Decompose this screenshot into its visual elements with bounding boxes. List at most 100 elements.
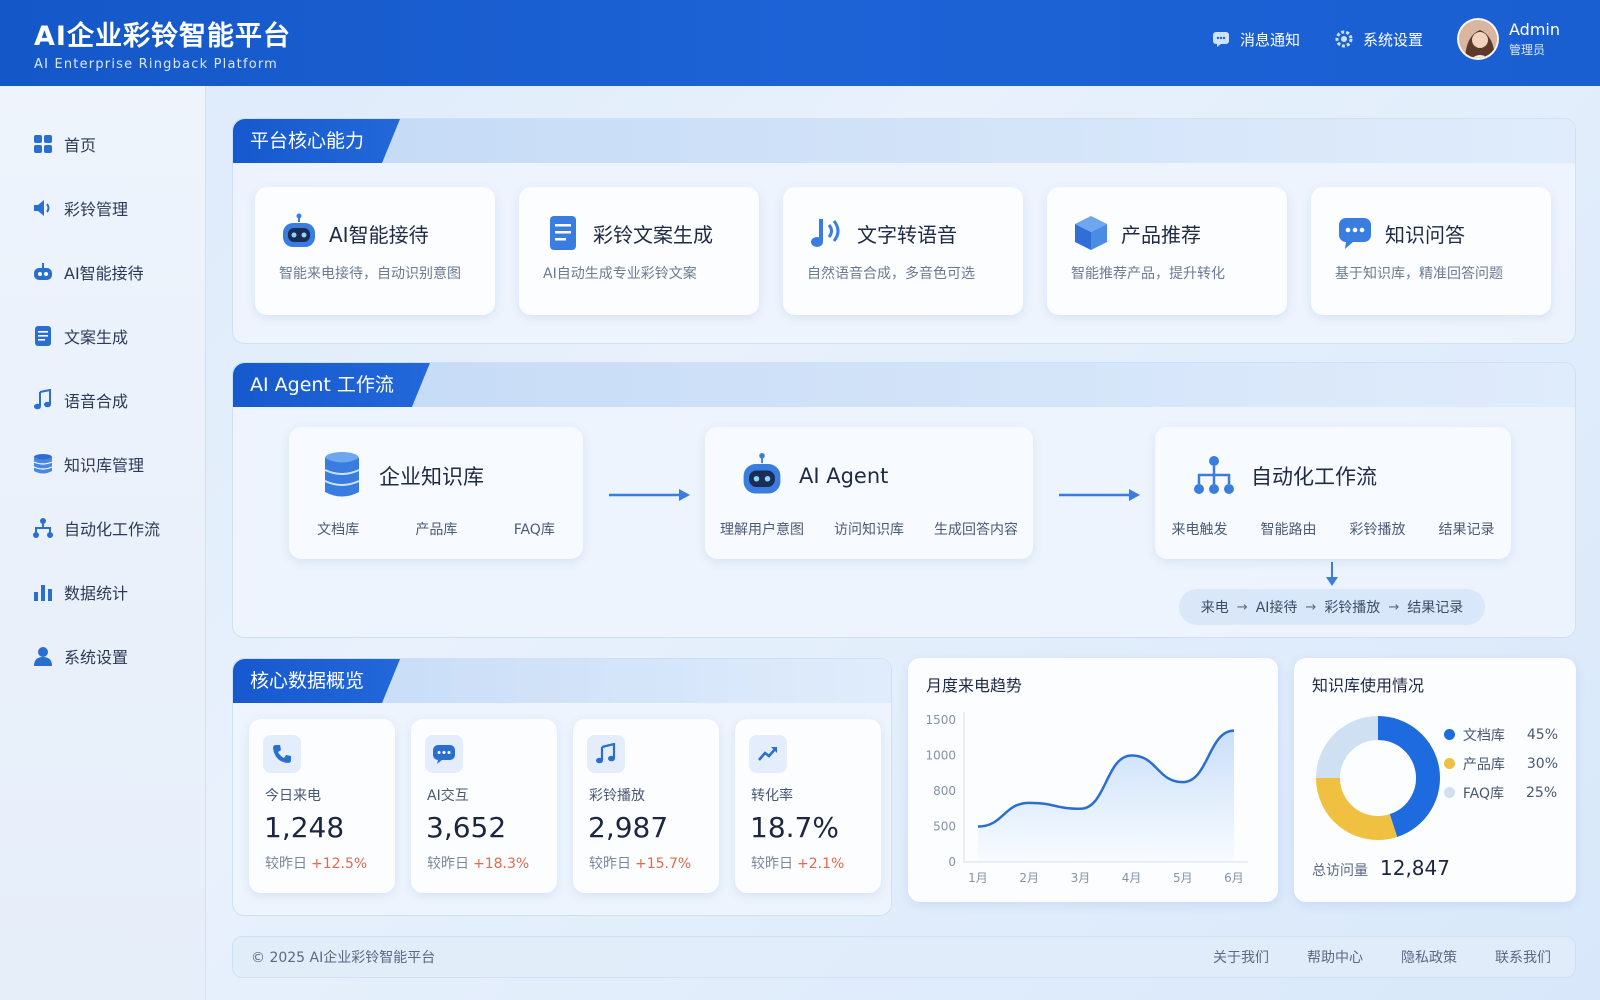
sidebar-item-label: 知识库管理: [64, 456, 145, 475]
workflow-node-tags: 文档库 产品库 FAQ库: [289, 519, 583, 539]
arrow-right-icon: →: [1388, 599, 1400, 615]
sidebar-item-tts[interactable]: 语音合成: [0, 368, 205, 432]
phone-icon: [263, 735, 301, 773]
x-tick-label: 4月: [1122, 871, 1142, 885]
line-area-fill: [978, 730, 1234, 862]
donut-slice: [1316, 716, 1379, 779]
user-menu[interactable]: Admin 管理员: [1457, 18, 1560, 60]
robot-icon: [739, 451, 785, 501]
workflow-tag: 生成回答内容: [934, 522, 1018, 538]
settings-button[interactable]: 系统设置: [1334, 29, 1423, 50]
robot-icon: [279, 213, 319, 253]
workflow-tag: 智能路由: [1260, 522, 1317, 538]
capability-title: 文字转语音: [857, 222, 957, 247]
bar-chart-icon: [32, 581, 54, 603]
flow-step: 彩铃播放: [1324, 600, 1381, 616]
workflow-icon: [32, 517, 54, 539]
section-title: 平台核心能力: [233, 119, 400, 163]
arrow-right-icon: →: [1236, 599, 1248, 615]
x-tick-label: 2月: [1019, 871, 1039, 885]
donut-slice: [1316, 777, 1398, 840]
chat-bubble-icon: [425, 735, 463, 773]
sidebar-item-label: 系统设置: [64, 648, 129, 667]
stat-card-calls[interactable]: 今日来电 1,248 较昨日 +12.5%: [249, 719, 395, 893]
sidebar-item-home[interactable]: 首页: [0, 112, 205, 176]
workflow-tag: 来电触发: [1171, 522, 1228, 538]
sidebar-item-label: 自动化工作流: [64, 520, 161, 539]
workflow-tag: 产品库: [415, 522, 458, 538]
database-icon: [319, 451, 365, 501]
user-name: Admin: [1509, 20, 1560, 39]
delta-percent: +12.5%: [311, 856, 368, 872]
stat-card-conversion[interactable]: 转化率 18.7% 较昨日 +2.1%: [735, 719, 881, 893]
sidebar-item-ringback[interactable]: 彩铃管理: [0, 176, 205, 240]
sidebar-item-workflow[interactable]: 自动化工作流: [0, 496, 205, 560]
stat-value: 3,652: [426, 811, 507, 844]
capability-desc: AI自动生成专业彩铃文案: [543, 266, 697, 282]
capability-card-copy-gen[interactable]: 彩铃文案生成 AI自动生成专业彩铃文案: [519, 187, 759, 315]
stat-value: 2,987: [588, 811, 669, 844]
monthly-calls-chart: 月度来电趋势 1500 1000 800 500 0 1月 2月 3月 4月 5月 6月: [908, 658, 1278, 902]
sidebar-item-stats[interactable]: 数据统计: [0, 560, 205, 624]
footer-link-contact[interactable]: 联系我们: [1495, 947, 1551, 967]
knowledge-usage-chart: 知识库使用情况 文档库 45% 产品库 30% FAQ库 25% 总访问量 12…: [1294, 658, 1576, 902]
workflow-panel: AI Agent 工作流 企业知识库 文档库 产品库 FAQ库 AI Agent…: [232, 362, 1576, 638]
app-title: AI企业彩铃智能平台: [34, 21, 291, 52]
capability-desc: 智能推荐产品，提升转化: [1071, 266, 1225, 282]
chart-legend: 文档库 45% 产品库 30% FAQ库 25%: [1443, 720, 1558, 807]
notifications-button[interactable]: 消息通知: [1211, 29, 1300, 50]
chat-bubble-icon: [1335, 213, 1375, 253]
total-visits: 总访问量 12,847: [1312, 856, 1450, 880]
workflow-tag: 彩铃播放: [1349, 522, 1406, 538]
workflow-node-knowledge-base[interactable]: 企业知识库 文档库 产品库 FAQ库: [289, 427, 583, 559]
overview-panel: 核心数据概览 今日来电 1,248 较昨日 +12.5% AI交互 3,652 较…: [232, 658, 892, 916]
workflow-node-automation[interactable]: 自动化工作流 来电触发 智能路由 彩铃播放 结果记录: [1155, 427, 1511, 559]
sidebar: 首页 彩铃管理 AI智能接待 文案生成 语音合成 知识库管理 自动化工作流 数据…: [0, 86, 206, 1000]
arrow-right-icon: [1057, 487, 1141, 506]
y-tick-label: 1000: [925, 749, 956, 763]
panel-header: 平台核心能力: [233, 119, 1575, 163]
stat-label: 今日来电: [265, 788, 321, 804]
workflow-tag: 文档库: [317, 522, 360, 538]
header-actions: 消息通知 系统设置 Admin 管理员: [1211, 18, 1560, 60]
capability-card-ai-reception[interactable]: AI智能接待 智能来电接待，自动识别意图: [255, 187, 495, 315]
app-subtitle: AI Enterprise Ringback Platform: [34, 57, 279, 72]
stat-delta: 较昨日 +18.3%: [427, 856, 530, 872]
legend-label: 文档库: [1462, 727, 1505, 744]
sidebar-item-settings[interactable]: 系统设置: [0, 624, 205, 688]
sidebar-item-ai-reception[interactable]: AI智能接待: [0, 240, 205, 304]
total-label: 总访问量: [1312, 863, 1368, 879]
capability-card-tts[interactable]: 文字转语音 自然语音合成，多音色可选: [783, 187, 1023, 315]
workflow-node-tags: 理解用户意图 访问知识库 生成回答内容: [705, 519, 1033, 539]
workflow-tag: 访问知识库: [834, 522, 904, 538]
footer-link-help[interactable]: 帮助中心: [1307, 947, 1363, 967]
sidebar-item-knowledge[interactable]: 知识库管理: [0, 432, 205, 496]
flow-summary: 来电 → AI接待 → 彩铃播放 → 结果记录: [1179, 589, 1485, 625]
stat-card-ringback-plays[interactable]: 彩铃播放 2,987 较昨日 +15.7%: [573, 719, 719, 893]
capability-card-qa[interactable]: 知识问答 基于知识库，精准回答问题: [1311, 187, 1551, 315]
y-tick-label: 800: [933, 784, 956, 798]
workflow-node-ai-agent[interactable]: AI Agent 理解用户意图 访问知识库 生成回答内容: [705, 427, 1033, 559]
footer-link-about[interactable]: 关于我们: [1213, 947, 1269, 967]
workflow-tag: 结果记录: [1438, 522, 1495, 538]
capability-card-recommend[interactable]: 产品推荐 智能推荐产品，提升转化: [1047, 187, 1287, 315]
cube-icon: [1071, 213, 1111, 253]
delta-percent: +18.3%: [473, 856, 530, 872]
workflow-node-title: 自动化工作流: [1251, 465, 1377, 489]
flow-step: AI接待: [1255, 600, 1298, 616]
grid-icon: [32, 133, 54, 155]
flow-step: 来电: [1200, 600, 1229, 616]
panel-header: AI Agent 工作流: [233, 363, 1575, 407]
x-tick-label: 6月: [1224, 871, 1244, 885]
x-tick-label: 5月: [1173, 871, 1193, 885]
workflow-icon: [1191, 451, 1237, 501]
trend-up-icon: [749, 735, 787, 773]
sidebar-item-copywriting[interactable]: 文案生成: [0, 304, 205, 368]
capability-title: 彩铃文案生成: [593, 222, 713, 247]
stat-card-ai-interactions[interactable]: AI交互 3,652 较昨日 +18.3%: [411, 719, 557, 893]
footer-link-privacy[interactable]: 隐私政策: [1401, 947, 1457, 967]
legend-dot: [1443, 758, 1455, 769]
music-note-icon: [587, 735, 625, 773]
gear-icon: [1334, 29, 1354, 49]
footer-links: 关于我们 帮助中心 隐私政策 联系我们: [1213, 947, 1551, 967]
